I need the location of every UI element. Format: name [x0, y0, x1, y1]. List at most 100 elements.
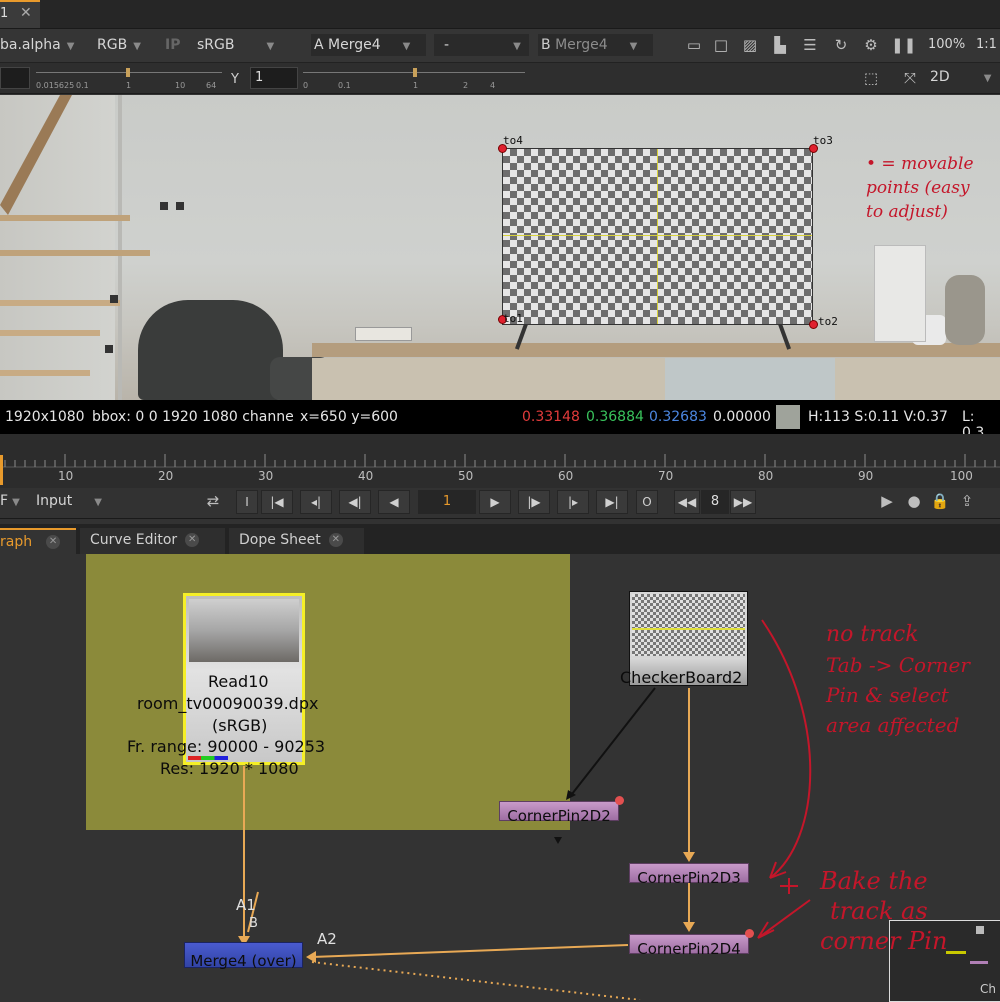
- gain-slider[interactable]: 0.015625 0.1 1 10 64: [36, 68, 222, 92]
- tab-node-graph[interactable]: raph ✕: [0, 528, 76, 554]
- roi-icon[interactable]: ▭: [684, 35, 704, 55]
- a-input-value: Merge4: [328, 37, 381, 53]
- note-line: area affected: [826, 713, 960, 737]
- last-frame-button[interactable]: ▶|: [596, 490, 628, 514]
- view-mode-value: 2D: [930, 69, 950, 85]
- merge-node[interactable]: Merge4 (over): [184, 942, 303, 970]
- wipe-icon[interactable]: ▙: [770, 35, 790, 55]
- pause-icon[interactable]: ❚❚: [891, 35, 916, 55]
- fps-dropdown[interactable]: F ▼: [0, 490, 20, 512]
- lines-icon[interactable]: ☰: [800, 35, 820, 55]
- timeline-tick-label: 30: [258, 469, 274, 483]
- stripes-icon[interactable]: ▨: [740, 35, 760, 55]
- cornerpin2d4-node[interactable]: CornerPin2D4: [629, 934, 749, 958]
- gamma-tick: 0.1: [338, 81, 351, 90]
- record-icon[interactable]: ●: [904, 491, 924, 511]
- viewer-tab[interactable]: 1 ✕: [0, 0, 40, 28]
- next-keyframe-button[interactable]: |▸: [557, 490, 589, 514]
- b-input-dropdown[interactable]: B Merge4 ▼: [538, 34, 653, 56]
- gain-slider-handle[interactable]: [126, 68, 130, 77]
- next-increment-button[interactable]: |▶: [518, 490, 550, 514]
- handwritten-note: • = movable points (easy to adjust): [866, 152, 974, 224]
- gamma-slider[interactable]: 0 0.1 1 2 4: [303, 68, 525, 92]
- input-dropdown[interactable]: Input ▼: [36, 490, 102, 512]
- overlay-icon[interactable]: □: [711, 35, 731, 55]
- viewer-image[interactable]: [0, 95, 1000, 400]
- cornerpin2d3-node[interactable]: CornerPin2D3: [629, 863, 749, 887]
- read-node-range: Fr. range: 90000 - 90253: [127, 737, 326, 756]
- checkerboard-overlay[interactable]: [502, 148, 813, 325]
- transform-handle-icon[interactable]: ⤧: [900, 68, 920, 88]
- chevron-down-icon: ▼: [266, 41, 275, 52]
- a-input-dropdown[interactable]: A Merge4 ▼: [311, 34, 426, 56]
- point-label: to4: [503, 134, 523, 147]
- play-backward-button[interactable]: ◀: [378, 490, 410, 514]
- tab-label: raph: [0, 534, 33, 550]
- close-icon[interactable]: ✕: [185, 533, 200, 547]
- view-mode-dropdown[interactable]: 2D ▼: [930, 66, 991, 88]
- coords-text: x=650 y=600: [300, 409, 398, 425]
- note-line: • = movable: [866, 154, 974, 174]
- gamma-field[interactable]: 1: [250, 67, 298, 89]
- sync-icon[interactable]: ↻: [831, 35, 851, 55]
- handwritten-arrows: [757, 619, 812, 939]
- frame-field[interactable]: 1: [418, 490, 476, 514]
- close-icon[interactable]: ✕: [20, 5, 32, 21]
- gamma-tick: 0: [303, 81, 309, 90]
- timeline-tick-label: 20: [158, 469, 174, 483]
- read-thumbnail: [189, 599, 299, 662]
- point-label: to2: [818, 315, 838, 328]
- zoom-readout[interactable]: 100%: [928, 34, 965, 56]
- gamma-tick: 1: [413, 81, 419, 90]
- ip-button[interactable]: IP: [165, 34, 180, 56]
- gain-tick: 1: [126, 81, 132, 90]
- export-icon[interactable]: ⇪: [957, 491, 977, 511]
- step-back-button[interactable]: ◀◀: [674, 490, 700, 514]
- vase-dark: [945, 275, 985, 345]
- prev-keyframe-button[interactable]: ◂|: [300, 490, 332, 514]
- ratio-readout[interactable]: 1:1: [976, 34, 997, 56]
- close-icon[interactable]: ✕: [46, 535, 61, 549]
- note-line: Pin & select: [826, 683, 949, 707]
- first-frame-button[interactable]: |◀: [261, 490, 293, 514]
- b-input-value: Merge4: [555, 37, 608, 53]
- gear-icon[interactable]: ⚙: [861, 35, 881, 55]
- note-line: no track: [826, 622, 919, 647]
- lut-dropdown[interactable]: sRGB ▼: [197, 34, 274, 56]
- loop-icon[interactable]: ⇄: [203, 491, 223, 511]
- timeline-tick-label: 100: [950, 469, 973, 483]
- in-point-button[interactable]: I: [236, 490, 258, 514]
- handwritten-note: no track Tab -> Corner Pin & select area…: [826, 620, 970, 740]
- cornerpin2d2-node[interactable]: CornerPin2D2: [499, 801, 619, 825]
- chevron-down-icon: ▼: [513, 41, 521, 52]
- tab-dope-sheet[interactable]: Dope Sheet ✕: [229, 528, 364, 554]
- gamma-slider-handle[interactable]: [413, 68, 417, 77]
- gain-field[interactable]: [0, 67, 30, 89]
- play-forward-button[interactable]: ▶: [479, 490, 511, 514]
- blue-value: 0.32683: [649, 409, 707, 425]
- out-point-button[interactable]: O: [636, 490, 658, 514]
- tab-curve-editor[interactable]: Curve Editor ✕: [80, 528, 225, 554]
- timeline-tick-label: 70: [658, 469, 674, 483]
- compare-dropdown[interactable]: - ▼: [434, 34, 529, 56]
- read-node-name: Read10: [208, 672, 269, 691]
- color-dropdown[interactable]: RGB ▼: [97, 34, 141, 56]
- corner-point-to2[interactable]: [809, 320, 818, 329]
- tab-label: Curve Editor: [90, 532, 178, 548]
- step-forward-button[interactable]: ▶▶: [730, 490, 756, 514]
- fps-value: F: [0, 493, 9, 509]
- close-icon[interactable]: ✕: [328, 533, 343, 547]
- step-field[interactable]: 8: [701, 490, 729, 514]
- chevron-down-icon: ▼: [66, 41, 75, 52]
- chevron-down-icon: ▼: [983, 73, 992, 84]
- flipbook-icon[interactable]: ▶: [877, 491, 897, 511]
- merge-input-label: A2: [317, 930, 337, 948]
- lock-icon[interactable]: 🔒: [930, 491, 950, 511]
- prev-increment-button[interactable]: ◀|: [339, 490, 371, 514]
- node-label: CornerPin2D4: [637, 940, 741, 958]
- select-region-icon[interactable]: ⬚: [861, 68, 881, 88]
- channels-dropdown[interactable]: ba.alpha ▼: [0, 34, 74, 56]
- minimap-label: Ch: [980, 982, 996, 996]
- alpha-value: 0.00000: [713, 409, 771, 425]
- playhead[interactable]: [0, 455, 3, 485]
